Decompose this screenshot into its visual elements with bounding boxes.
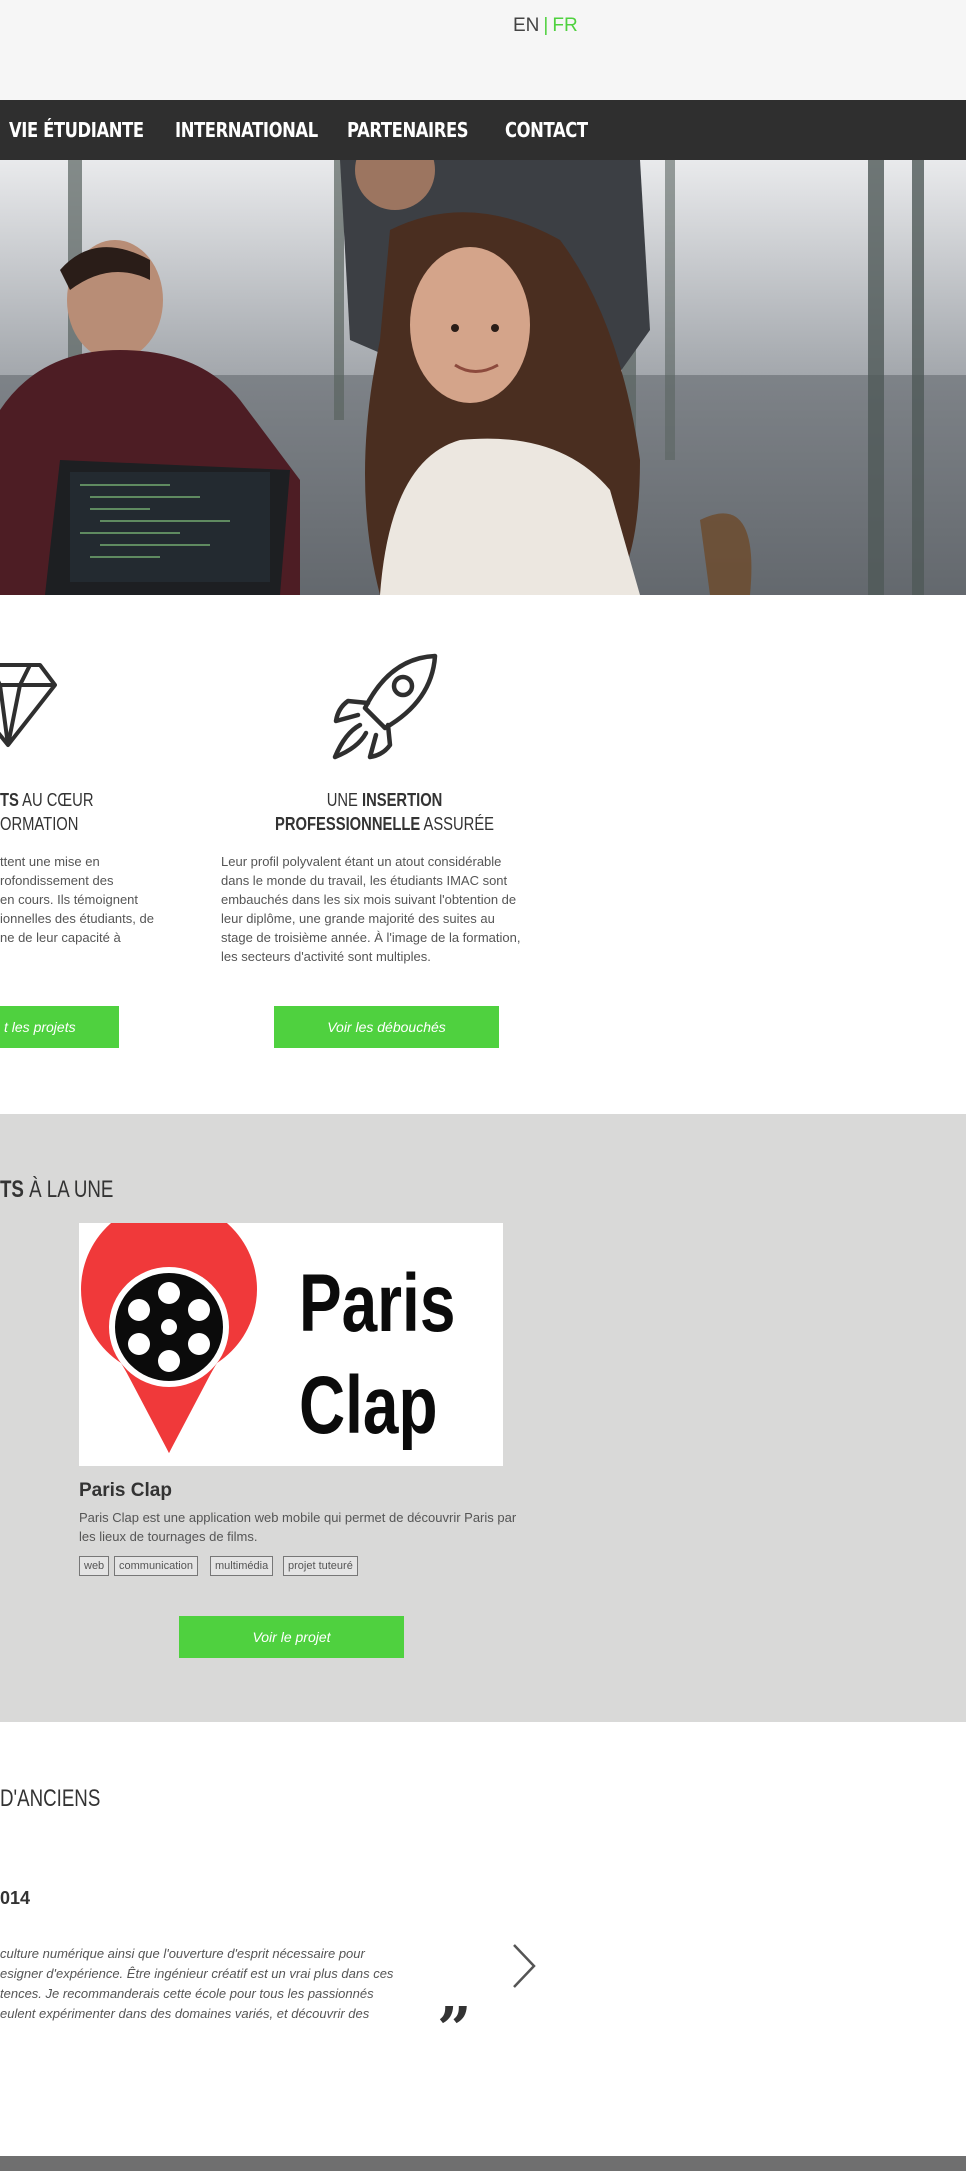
project-card-image[interactable]: Paris Clap [79,1201,503,1466]
testimonial-quote-line: culture numérique ainsi que l'ouverture … [0,1946,365,1961]
testimonials-heading: D'ANCIENS [0,1785,101,1812]
footer-strip [0,2156,966,2171]
feature-left-title-line2: ORMATION [0,814,79,834]
testimonial-quote-line: esigner d'expérience. Être ingénieur cré… [0,1966,394,1981]
nav-item-vie-etudiante[interactable]: VIE ÉTUDIANTE [9,100,144,160]
lang-fr-link[interactable]: FR [552,15,577,36]
feature-right-title-line1: UNE INSERTION [327,790,443,810]
feature-left-text-line: en cours. Ils témoignent [0,892,139,907]
feature-left-text-line: rofondissement des [0,873,114,888]
feature-left-text-line: ionnelles des étudiants, de [0,911,154,926]
feature-left-text-line: ttent une mise en [0,854,100,869]
feature-right-text-line: dans le monde du travail, les étudiants … [221,873,508,888]
feature-right-text-line: embauchés dans les six mois suivant l'ob… [221,892,517,907]
project-tag[interactable]: web [79,1556,110,1576]
lang-en-link[interactable]: EN [513,15,539,36]
project-description: Paris Clap est une application web mobil… [79,1510,517,1544]
logo-text-paris: Paris [299,1256,455,1349]
project-title[interactable]: Paris Clap [79,1480,172,1502]
hero-image [0,160,966,595]
feature-right-text-line: stage de troisième année. À l'image de l… [221,930,521,945]
feature-left-title-line1: TS AU CŒUR [0,790,94,810]
feature-right-text-line: les secteurs d'activité sont multiples. [221,949,431,964]
project-tag[interactable]: multimédia [210,1556,274,1576]
testimonial-year: 014 [0,1888,31,1908]
project-tag[interactable]: communication [114,1556,198,1576]
nav-item-partenaires[interactable]: PARTENAIRES [347,100,469,160]
nav-item-international[interactable]: INTERNATIONAL [175,100,318,160]
logo-text-clap: Clap [299,1358,438,1451]
diamond-icon [0,663,57,747]
feature-left-text-line: ne de leur capacité à [0,930,121,945]
chevron-right-icon[interactable] [510,1942,538,1990]
project-tag[interactable]: projet tuteuré [283,1556,358,1576]
paris-clap-logo: Paris Clap [81,1201,455,1453]
language-switcher: EN | FR [513,15,578,37]
main-nav: VIE ÉTUDIANTE INTERNATIONAL PARTENAIRES … [0,100,966,160]
feature-left-text: ttent une mise en rofondissement des en … [0,852,190,947]
feature-right-text: Leur profil polyvalent étant un atout co… [221,852,561,966]
top-bar: EN | FR [0,0,966,100]
testimonial-quote-line: eulent expérimenter dans des domaines va… [0,2006,370,2021]
feature-right-text-line: leur diplôme, une grande majorité des su… [221,911,495,926]
featured-projects-heading: TS À LA UNE [0,1176,114,1203]
feature-right-text-line: Leur profil polyvalent étant un atout co… [221,854,502,869]
view-projects-button[interactable]: t les projets [0,1006,119,1048]
view-outcomes-button[interactable]: Voir les débouchés [274,1006,499,1048]
nav-item-contact[interactable]: CONTACT [505,100,588,160]
view-project-button[interactable]: Voir le projet [179,1616,404,1658]
testimonial-quote: culture numérique ainsi que l'ouverture … [0,1944,420,2024]
rocket-icon [332,653,438,760]
lang-separator: | [543,15,549,36]
testimonial-quote-line: tences. Je recommanderais cette école po… [0,1986,374,2001]
hero-photo-illustration [0,160,966,595]
feature-right-title-line2: PROFESSIONNELLE ASSURÉE [275,814,495,834]
closing-quote-mark: ” [437,1995,472,2065]
testimonials-section [0,1722,966,2156]
